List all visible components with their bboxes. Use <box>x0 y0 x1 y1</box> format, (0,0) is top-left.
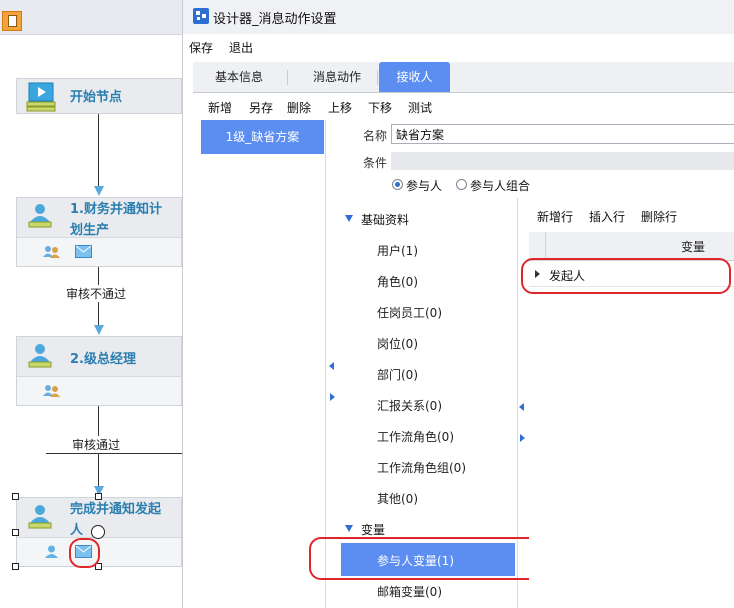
grid-insert-row-button[interactable]: 插入行 <box>589 208 625 225</box>
condition-label: 条件 <box>362 156 387 170</box>
selection-handle[interactable] <box>95 493 102 500</box>
name-input[interactable] <box>391 124 734 144</box>
expand-right-icon[interactable] <box>520 434 525 442</box>
expand-triangle-icon[interactable] <box>345 525 353 532</box>
message-action-dialog: 设计器_消息动作设置 保存 退出 基本信息 消息动作 接收人 新增 另存 删除 … <box>182 0 734 608</box>
person-icon <box>28 344 52 368</box>
tree-item-user[interactable]: 用户(1) <box>377 242 418 259</box>
menu-exit[interactable]: 退出 <box>229 39 253 56</box>
tree-item-role[interactable]: 角色(0) <box>377 273 418 290</box>
document-icon[interactable] <box>2 11 22 31</box>
selection-handle[interactable] <box>12 563 19 570</box>
workflow-canvas[interactable]: 开始节点 1.财务并通知计划生产 审核不通过 2.级总经理 审核通过 完成并通知… <box>0 0 182 608</box>
dialog-titlebar: 设计器_消息动作设置 <box>183 0 734 34</box>
condition-input[interactable] <box>391 152 734 170</box>
delete-button[interactable]: 删除 <box>287 99 311 116</box>
radio-participant-label[interactable]: 参与人 <box>406 177 442 194</box>
rotate-handle[interactable] <box>91 525 105 539</box>
collapse-left-icon[interactable] <box>329 362 334 370</box>
tree-item-report-relation[interactable]: 汇报关系(0) <box>377 397 442 414</box>
grid-delete-row-button[interactable]: 删除行 <box>641 208 677 225</box>
edge-label-reject[interactable]: 审核不通过 <box>66 285 127 302</box>
connector-arrow <box>94 186 104 196</box>
selection-handle[interactable] <box>12 493 19 500</box>
person-icon <box>28 505 52 529</box>
radio-participant-group[interactable] <box>456 179 467 190</box>
grid-header-lead <box>529 232 546 260</box>
tree-item-department[interactable]: 部门(0) <box>377 366 418 383</box>
task-node-manager-title: 2.级总经理 <box>70 352 136 367</box>
connector-arrow <box>94 325 104 335</box>
highlight-initiator-row <box>521 258 731 294</box>
tree-group-variable[interactable]: 变量 <box>361 521 385 538</box>
add-button[interactable]: 新增 <box>208 99 232 116</box>
test-button[interactable]: 测试 <box>408 99 432 116</box>
tree-item-post[interactable]: 岗位(0) <box>377 335 418 352</box>
connector-line <box>46 453 182 454</box>
grid-column-variable[interactable]: 变量 <box>681 238 705 255</box>
play-node-icon <box>26 82 56 112</box>
mail-icon[interactable] <box>75 245 92 258</box>
scheme-list <box>201 120 326 608</box>
save-as-button[interactable]: 另存 <box>249 99 273 116</box>
radio-participant-group-label[interactable]: 参与人组合 <box>470 177 530 194</box>
move-down-button[interactable]: 下移 <box>368 99 392 116</box>
task-node-finance[interactable]: 1.财务并通知计划生产 <box>16 197 182 267</box>
expand-triangle-icon[interactable] <box>345 215 353 222</box>
start-node[interactable]: 开始节点 <box>16 78 182 114</box>
app-icon <box>193 8 209 24</box>
tree-item-other[interactable]: 其他(0) <box>377 490 418 507</box>
tree-item-workflow-role[interactable]: 工作流角色(0) <box>377 428 454 445</box>
tab-bar: 基本信息 消息动作 接收人 <box>193 62 734 93</box>
expand-right-icon[interactable] <box>330 393 335 401</box>
selection-handle[interactable] <box>12 529 19 536</box>
tab-basic-info[interactable]: 基本信息 <box>201 62 277 92</box>
highlight-mail-icon <box>69 538 100 568</box>
tab-message-action[interactable]: 消息动作 <box>297 62 377 92</box>
tree-item-mail-variable[interactable]: 邮箱变量(0) <box>377 583 442 600</box>
menubar <box>183 34 734 60</box>
tree-group-basic[interactable]: 基础资料 <box>361 211 409 228</box>
task-node-notify-title: 完成并通知发起人 <box>70 502 162 538</box>
task-node-finance-title: 1.财务并通知计划生产 <box>70 202 162 238</box>
start-node-title: 开始节点 <box>70 90 123 105</box>
edge-label-approve[interactable]: 审核通过 <box>72 436 121 453</box>
tree-item-workflow-role-group[interactable]: 工作流角色组(0) <box>377 459 466 476</box>
collapse-left-icon[interactable] <box>519 403 524 411</box>
person-icon <box>28 204 52 228</box>
dialog-title: 设计器_消息动作设置 <box>213 12 337 27</box>
user-icon[interactable] <box>43 545 60 558</box>
grid-add-row-button[interactable]: 新增行 <box>537 208 573 225</box>
scheme-toolbar <box>193 93 734 119</box>
scheme-list-item[interactable]: 1级_缺省方案 <box>201 120 324 154</box>
radio-participant[interactable] <box>392 179 403 190</box>
move-up-button[interactable]: 上移 <box>328 99 352 116</box>
highlight-participant-variable <box>309 537 541 580</box>
participants-icon[interactable] <box>43 245 60 258</box>
tab-receivers[interactable]: 接收人 <box>379 62 450 92</box>
name-label: 名称 <box>362 129 387 143</box>
tree-item-post-employee[interactable]: 任岗员工(0) <box>377 304 442 321</box>
participants-icon[interactable] <box>43 384 60 397</box>
canvas-toolbar <box>0 0 182 35</box>
menu-save[interactable]: 保存 <box>189 39 213 56</box>
connector-line <box>98 114 99 186</box>
task-node-manager[interactable]: 2.级总经理 <box>16 336 182 406</box>
